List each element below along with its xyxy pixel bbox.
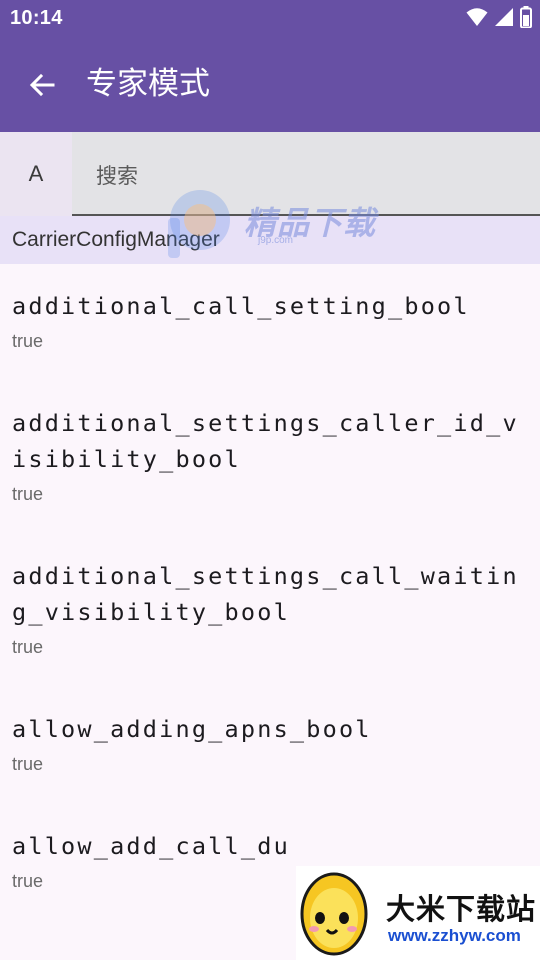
search-row: A 搜索 <box>0 132 540 216</box>
alpha-index-tab[interactable]: A <box>0 132 72 216</box>
item-key: additional_call_setting_bool <box>12 292 470 320</box>
item-value: true <box>12 637 44 657</box>
list-item[interactable]: additional_settings_call_waiting_visibil… <box>0 534 540 687</box>
item-key: allow_add_call_du <box>12 832 290 860</box>
search-placeholder: 搜索 <box>96 164 138 188</box>
status-icons <box>466 6 532 28</box>
section-label: CarrierConfigManager <box>12 228 220 251</box>
status-time: 10:14 <box>10 7 63 29</box>
section-header: CarrierConfigManager <box>0 216 540 264</box>
item-value: true <box>12 484 44 504</box>
wifi-icon <box>466 8 488 26</box>
back-button[interactable] <box>20 63 64 107</box>
config-list: additional_call_setting_bool true additi… <box>0 264 540 921</box>
item-value: true <box>12 331 44 351</box>
cell-signal-icon <box>495 8 513 26</box>
list-item[interactable]: allow_adding_apns_bool true <box>0 687 540 804</box>
item-key: allow_adding_apns_bool <box>12 715 372 743</box>
item-key: additional_settings_call_waiting_visibil… <box>12 562 519 626</box>
app-bar: 10:14 专家模式 <box>0 0 540 132</box>
list-item[interactable]: additional_call_setting_bool true <box>0 264 540 381</box>
page-title: 专家模式 <box>86 66 210 102</box>
battery-icon <box>520 6 532 28</box>
watermark-bottom-url: www.zzhyw.com <box>388 926 521 945</box>
item-value: true <box>12 754 44 774</box>
watermark-egg-mascot-icon <box>300 872 368 956</box>
list-item[interactable]: additional_settings_caller_id_visibility… <box>0 381 540 534</box>
watermark-bottom-text: 大米下载站 <box>386 892 537 926</box>
status-bar: 10:14 <box>0 0 540 38</box>
search-input[interactable]: 搜索 <box>72 132 540 216</box>
arrow-back-icon <box>29 73 55 97</box>
item-key: additional_settings_caller_id_visibility… <box>12 409 519 473</box>
watermark-logo-bottom: 大米下载站 www.zzhyw.com <box>296 866 540 960</box>
